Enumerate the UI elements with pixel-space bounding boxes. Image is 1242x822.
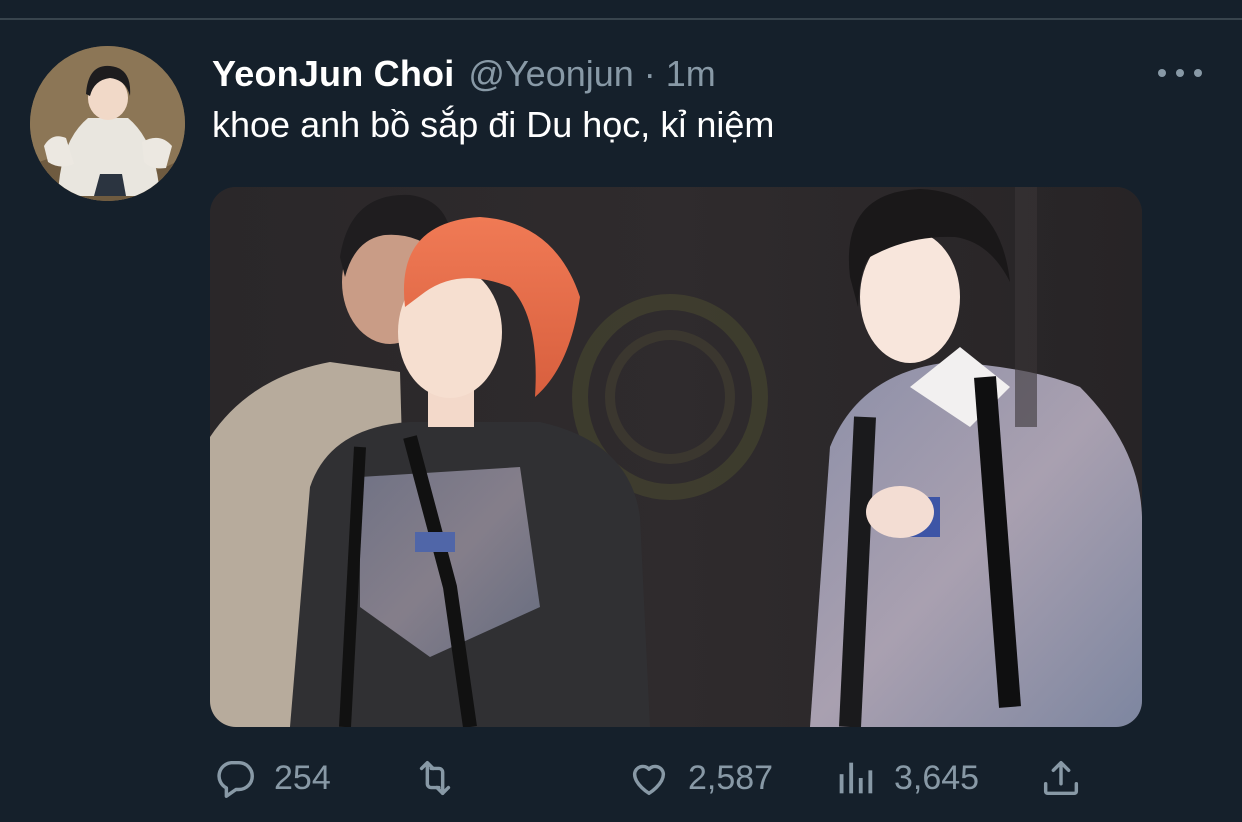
view-count: 3,645 [894,758,980,797]
more-icon[interactable] [1158,62,1202,84]
more-dot [1176,69,1184,77]
avatar[interactable] [30,46,185,201]
views-button[interactable]: 3,645 [832,752,979,804]
photo [210,187,1142,727]
display-name[interactable]: YeonJun Choi [212,53,454,95]
analytics-icon [839,762,873,794]
more-dot [1194,69,1202,77]
reply-icon [217,760,254,798]
more-dot [1158,69,1166,77]
retweet-icon [419,760,451,796]
separator-dot: · [643,53,656,94]
tweet-header: YeonJun Choi @Yeonjun · 1m [212,50,716,98]
retweet-button[interactable] [412,752,474,804]
timestamp[interactable]: 1m [666,53,716,95]
like-count: 2,587 [688,758,774,797]
avatar-photo [30,46,185,201]
reply-button[interactable]: 254 [212,752,331,804]
tweet-media-image[interactable] [210,187,1142,727]
share-icon [1043,760,1079,796]
tweet-text: khoe anh bồ sắp đi Du học, kỉ niệm [212,104,775,145]
like-button[interactable]: 2,587 [626,752,773,804]
heart-icon [632,764,666,796]
tweet-actions: 254 2,587 3,645 [212,752,1112,804]
share-button[interactable] [1038,752,1084,804]
reply-count: 254 [274,758,331,797]
user-handle[interactable]: @Yeonjun [468,53,633,95]
tweet[interactable]: YeonJun Choi @Yeonjun · 1m khoe anh bồ s… [0,0,1242,822]
